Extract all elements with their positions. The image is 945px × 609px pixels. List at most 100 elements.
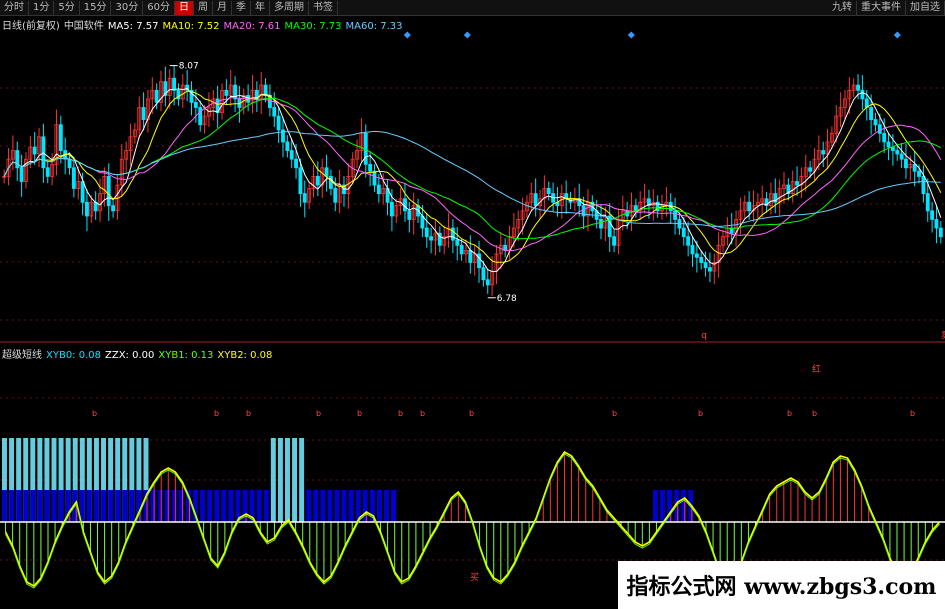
candle-body <box>930 210 935 220</box>
candle-body <box>289 150 294 160</box>
candle-body <box>333 188 338 203</box>
candle-body <box>328 175 333 189</box>
signal-block <box>299 438 305 522</box>
candle-body <box>193 101 198 108</box>
candle-body <box>869 107 874 120</box>
candle-body <box>917 170 921 177</box>
candle-body <box>276 115 281 131</box>
signal-block <box>23 490 29 522</box>
candle-body <box>80 181 85 203</box>
candle-body <box>294 158 298 169</box>
signal-block <box>348 490 354 522</box>
candle-body <box>694 253 699 258</box>
signal-block <box>157 490 163 522</box>
signal-block <box>362 490 368 522</box>
candle-body <box>681 227 686 238</box>
candle-body <box>71 167 76 189</box>
candle-body <box>403 198 407 212</box>
signal-block <box>164 490 170 522</box>
signal-block <box>659 490 665 522</box>
candle-body <box>324 167 329 177</box>
small-signal: b <box>469 409 474 418</box>
signal-block <box>334 490 340 522</box>
candle-body <box>938 227 943 238</box>
signal-block <box>320 490 326 522</box>
candle-body <box>808 167 813 172</box>
signal-block <box>384 490 390 522</box>
signal-block <box>171 490 177 522</box>
candle-body <box>372 170 377 186</box>
top-signal: 红 <box>812 363 821 375</box>
candle-body <box>298 167 303 195</box>
candle-body <box>45 167 50 177</box>
signal-block <box>16 490 22 522</box>
candle-body <box>899 153 904 160</box>
candle-body <box>459 244 464 255</box>
signal-block <box>2 490 7 522</box>
signal-block <box>270 438 276 522</box>
signal-block <box>200 490 206 522</box>
candle-body <box>882 132 887 143</box>
signal-block <box>37 490 43 522</box>
candle-body <box>263 84 268 96</box>
small-signal: b <box>357 409 362 418</box>
candle-body <box>795 181 799 186</box>
candle-body <box>368 163 373 172</box>
small-signal: b <box>214 409 219 418</box>
small-signal: b <box>698 409 703 418</box>
candle-body <box>302 193 307 203</box>
candle-body <box>407 210 412 220</box>
signal-block <box>115 490 121 522</box>
bottom-signal: 买 <box>470 572 479 583</box>
signal-block <box>108 490 114 522</box>
candle-body <box>376 184 381 195</box>
signal-block <box>652 490 658 522</box>
candle-body <box>272 107 277 117</box>
candle-body <box>315 175 320 186</box>
candle-body <box>599 219 603 229</box>
signal-block <box>221 490 227 522</box>
candle-body <box>455 239 460 246</box>
small-signal: b <box>910 409 915 418</box>
candle-body <box>141 107 146 120</box>
signal-block <box>150 490 156 522</box>
candle-body <box>729 227 734 234</box>
candle-body <box>708 267 712 272</box>
candle-body <box>481 267 486 281</box>
signal-block <box>313 490 319 522</box>
candle-body <box>686 236 691 246</box>
candle-body <box>450 227 455 241</box>
candle-body <box>285 141 290 151</box>
signal-block <box>129 490 135 522</box>
signal-block <box>30 490 36 522</box>
candle-body <box>747 201 752 212</box>
signal-block <box>178 490 184 522</box>
candle-body <box>612 236 617 246</box>
candle-body <box>429 236 434 241</box>
diamond-marker <box>463 31 471 39</box>
legend-item: XYB2: 0.08 <box>217 350 273 361</box>
signal-block <box>207 490 213 522</box>
signal-block <box>376 490 382 522</box>
candle-body <box>690 244 695 255</box>
candle-body <box>198 107 203 126</box>
candle-body <box>468 250 473 263</box>
candle-body <box>821 150 826 155</box>
candle-body <box>860 89 865 100</box>
signal-block <box>285 438 290 522</box>
signal-block <box>58 490 64 522</box>
candle-body <box>41 136 46 169</box>
candle-body <box>856 84 860 91</box>
signal-block <box>44 490 50 522</box>
signal-block <box>86 490 92 522</box>
indicator-legend: 超级短线 XYB0: 0.08 ZZX: 0.00 XYB1: 0.13 XYB2: 0… <box>2 346 276 361</box>
signal-block <box>122 490 128 522</box>
signal-label: q <box>701 331 707 341</box>
candle-body <box>925 193 930 212</box>
signal-block <box>391 490 397 522</box>
candle-body <box>546 188 551 195</box>
watermark-banner: 指标公式网 www.zbgs3.com <box>618 561 945 609</box>
signal-block <box>93 490 99 522</box>
small-signal: b <box>787 409 792 418</box>
candle-body <box>172 77 177 91</box>
